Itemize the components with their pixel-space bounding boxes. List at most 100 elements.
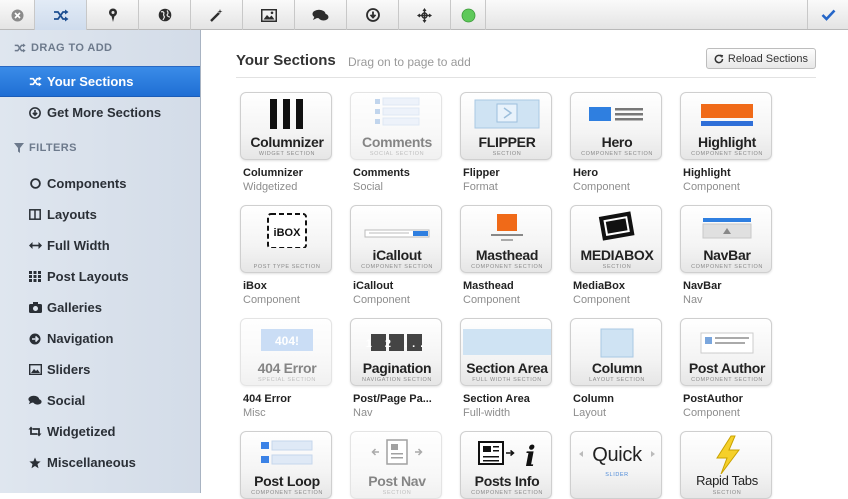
tile-title: NavBar [703,247,751,263]
drag-to-add-heading: DRAG TO ADD [0,30,200,66]
section-name: Column [573,393,614,405]
move-button[interactable] [399,0,451,30]
section-tile[interactable]: Post Author Component Section [680,318,772,386]
section-tile[interactable]: Columnizer Widget Section [240,92,332,160]
download-button[interactable] [347,0,399,30]
section-category: Component [573,181,630,193]
section-category: Widgetized [243,181,298,193]
section-tile[interactable]: NavBar Component Section [680,205,772,273]
tile-title: Hero [601,134,633,150]
sidebar-item-miscellaneous[interactable]: Miscellaneous [0,447,200,478]
section-category: Component [683,407,740,419]
sidebar-item-label: Navigation [47,331,114,346]
tile-tag: Component Section [581,151,653,157]
tile-title: Quick [592,444,642,466]
sidebar-item-components[interactable]: Components [0,168,200,199]
reload-label: Reload Sections [727,52,808,65]
section-name: MediaBox [573,280,625,292]
confirm-button[interactable] [808,0,848,30]
sidebar-item-post-layouts[interactable]: Post Layouts [0,261,200,292]
section-tile[interactable]: MEDIABOX Section [570,205,662,273]
tile-tag: Section [492,151,522,157]
image-button[interactable] [243,0,295,30]
tile-title: Pagination [362,360,432,376]
magic-wand-button[interactable] [191,0,243,30]
tile-title: Column [591,360,643,376]
map-pin-button[interactable] [87,0,139,30]
sidebar-item-get-more-sections[interactable]: Get More Sections [0,97,200,128]
tile-tag: Component Section [691,377,763,383]
comments-icon [312,9,329,20]
sidebar-item-label: Your Sections [47,74,134,89]
section-thumbnail [371,439,423,465]
section-tile[interactable]: Highlight Component Section [680,92,772,160]
sidebar-item-label: Galleries [47,300,102,315]
section-name: 404 Error [243,393,292,405]
section-name: Section Area [463,393,530,405]
sidebar-item-social[interactable]: Social [0,385,200,416]
comments-icon [28,395,42,406]
image-icon [260,8,277,22]
sidebar-item-galleries[interactable]: Galleries [0,292,200,323]
tile-tag: Section [382,490,412,496]
filter-icon [14,143,24,153]
tile-title: Post Loop [254,473,320,489]
tile-title: Columnizer [250,134,324,150]
star-icon [28,457,42,469]
section-tile[interactable]: iBOX Post Type Section [240,205,332,273]
shuffle-icon [28,76,42,87]
sections-button[interactable] [35,0,87,30]
section-tile[interactable]: Column Layout Section [570,318,662,386]
sidebar-item-navigation[interactable]: Navigation [0,323,200,354]
section-tile[interactable]: Post Loop Component Section [240,431,332,499]
reload-sections-button[interactable]: Reload Sections [705,48,816,69]
download-circle-icon [28,106,42,119]
sidebar-item-your-sections[interactable]: Your Sections [0,66,200,97]
section-tile[interactable]: Section Area Full Width Section [460,318,552,386]
section-tile[interactable]: Rapid Tabs Section [680,431,772,499]
toolbar-spacer [486,0,808,29]
section-tile[interactable]: i Posts Info Component Section [460,431,552,499]
section-thumbnail [600,328,634,358]
section-name: iBox [243,280,267,292]
section-tile[interactable]: Quick Slider [570,431,662,499]
move-icon [417,7,432,23]
sidebar-item-layouts[interactable]: Layouts [0,199,200,230]
status-indicator [451,0,486,30]
tile-tag: Layout Section [589,377,645,383]
section-category: Component [573,294,630,306]
globe-icon [158,8,171,22]
section-tile[interactable]: Masthead Component Section [460,205,552,273]
close-button[interactable] [0,0,35,30]
page-title: Your Sections [236,52,336,69]
top-toolbar [0,0,848,30]
sidebar-item-sliders[interactable]: Sliders [0,354,200,385]
sidebar-item-label: Widgetized [47,424,116,439]
arrows-horizontal-icon [28,241,42,250]
section-tile[interactable]: Hero Component Section [570,92,662,160]
map-pin-icon [108,8,117,22]
section-tile[interactable]: Post Nav Section [350,431,442,499]
tile-title: Comments [362,134,432,150]
section-name: NavBar [683,280,722,292]
retweet-icon [28,426,42,437]
section-tile[interactable]: iCallout Component Section [350,205,442,273]
tile-title: Posts Info [474,473,540,489]
globe-button[interactable] [139,0,191,30]
sidebar-item-full-width[interactable]: Full Width [0,230,200,261]
sidebar-item-label: Sliders [47,362,91,377]
section-thumbnail [491,214,523,241]
tile-title: Highlight [698,134,756,150]
comments-button[interactable] [295,0,347,30]
sidebar-item-widgetized[interactable]: Widgetized [0,416,200,447]
section-tile[interactable]: FLIPPER Section [460,92,552,160]
section-tile[interactable]: Comments Social Section [350,92,442,160]
picture-icon [28,364,42,375]
tile-tag: Component Section [691,264,763,270]
section-category: Component [353,294,410,306]
section-thumbnail: 404! [261,329,313,351]
tile-title: Post Nav [368,473,426,489]
section-tile[interactable]: 404! 404 Error Special Section [240,318,332,386]
section-name: Flipper [463,167,500,179]
section-tile[interactable]: 1 2 ... Pagination Navigation Section [350,318,442,386]
